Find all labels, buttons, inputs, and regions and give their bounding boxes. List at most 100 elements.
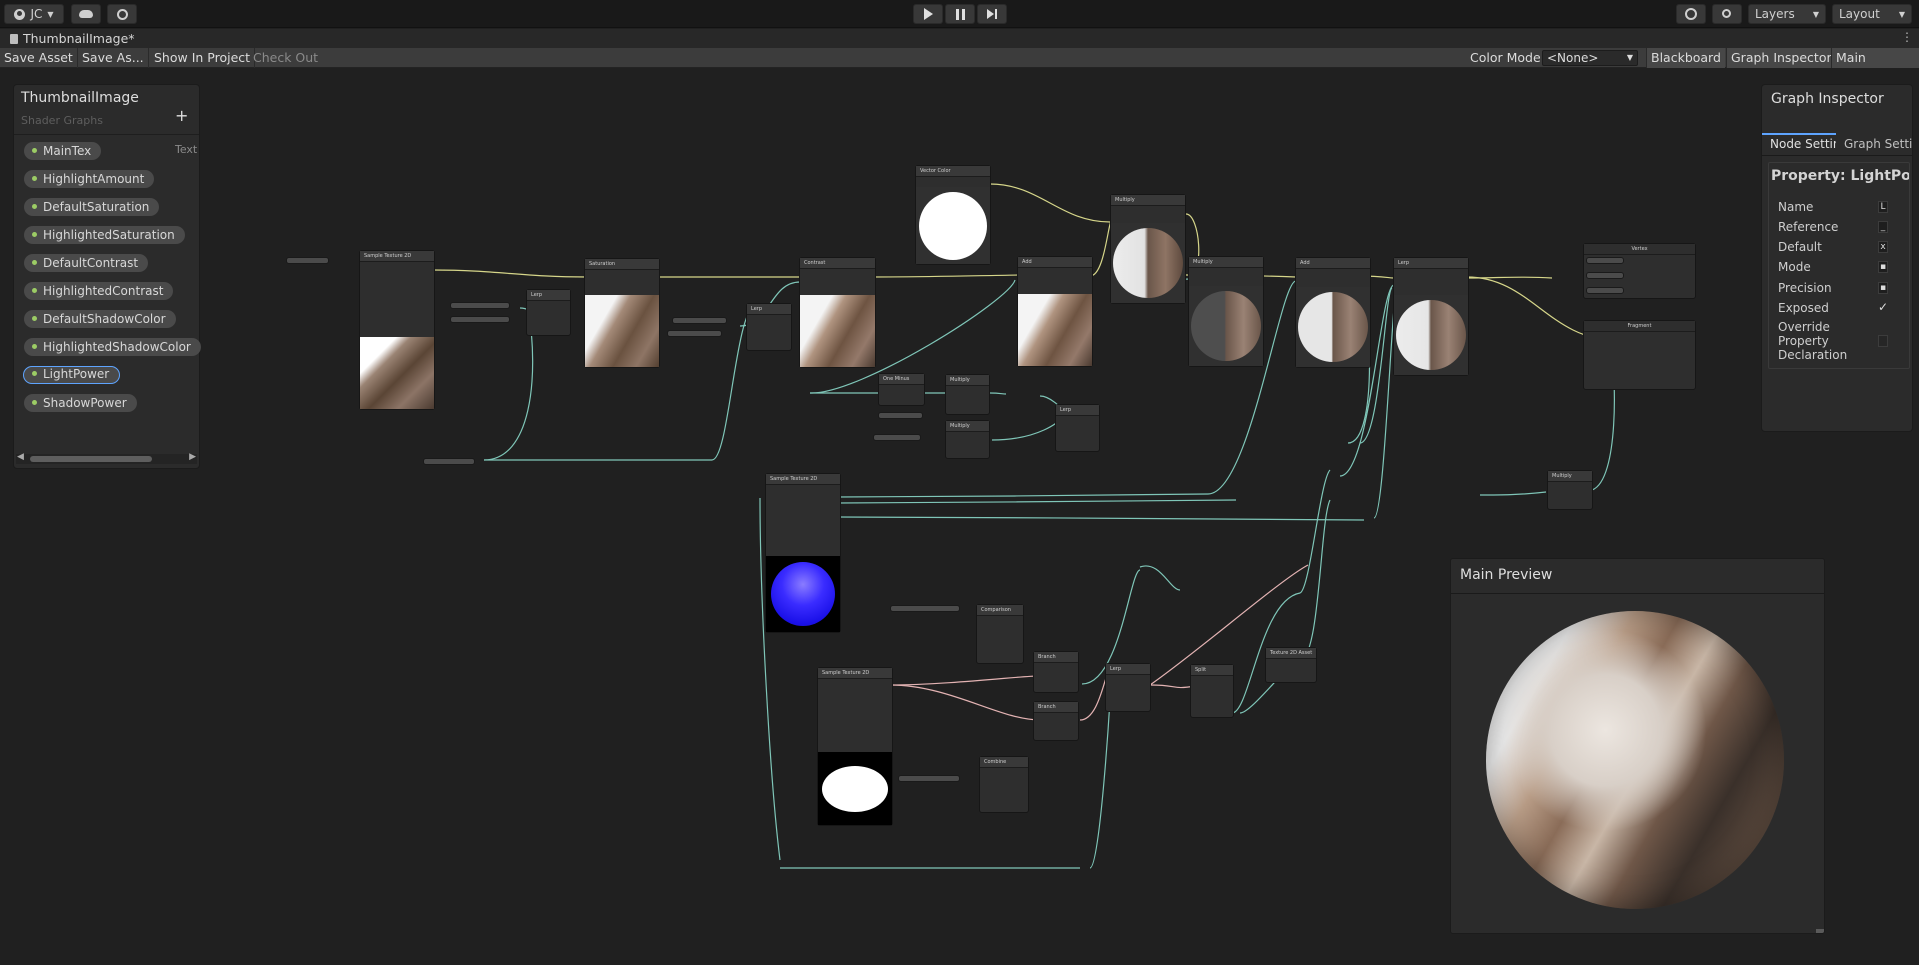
- property-label: MainTex: [43, 144, 92, 158]
- property-label: LightPower: [43, 367, 110, 381]
- property-node[interactable]: [878, 412, 923, 419]
- property-node[interactable]: [1586, 287, 1624, 294]
- tab-graph-settings[interactable]: Graph Settings: [1836, 135, 1913, 155]
- property-type-dot: [32, 371, 37, 376]
- blackboard-panel: ThumbnailImage Shader Graphs + MainTex T…: [13, 84, 201, 469]
- combine-node[interactable]: Combine: [979, 756, 1029, 813]
- property-node[interactable]: [672, 317, 727, 324]
- exposed-checkbox[interactable]: ✓: [1878, 301, 1888, 314]
- saturation-node[interactable]: Saturation: [584, 258, 660, 368]
- split-node[interactable]: Split: [1190, 664, 1234, 718]
- fragment-node[interactable]: Fragment: [1583, 320, 1696, 390]
- multiply-node[interactable]: Multiply: [945, 374, 990, 415]
- property-item[interactable]: HighlightAmount: [24, 170, 155, 188]
- vector-color-node[interactable]: Vector Color: [915, 165, 991, 265]
- scrollbar-thumb[interactable]: [30, 456, 152, 462]
- node-title: Add: [1296, 258, 1370, 269]
- property-item[interactable]: HighlightedSaturation: [24, 226, 185, 244]
- property-item[interactable]: HighlightedShadowColor: [24, 338, 201, 356]
- property-node[interactable]: [1586, 257, 1624, 264]
- multiply-node[interactable]: Multiply: [945, 420, 990, 459]
- sample-texture-node[interactable]: Sample Texture 2D: [359, 250, 435, 410]
- property-type-dot: [32, 400, 37, 405]
- scroll-left-icon[interactable]: ◀: [17, 452, 24, 462]
- blackboard-subtitle: Shader Graphs: [21, 114, 103, 127]
- property-type-dot: [32, 232, 37, 237]
- property-node[interactable]: [423, 458, 475, 465]
- node-title: Multiply: [1548, 471, 1592, 482]
- node-title: Multiply: [946, 375, 989, 386]
- lerp-node[interactable]: Lerp: [526, 289, 571, 336]
- property-item-selected[interactable]: LightPower: [23, 366, 121, 384]
- property-item[interactable]: DefaultContrast: [24, 254, 149, 272]
- name-field[interactable]: L: [1878, 201, 1888, 213]
- resize-handle[interactable]: [1816, 929, 1824, 933]
- node-title: Multiply: [946, 421, 989, 432]
- property-list: MainTex Text HighlightAmount DefaultSatu…: [14, 135, 201, 451]
- branch-node[interactable]: Branch: [1033, 701, 1079, 741]
- property-node[interactable]: [450, 316, 510, 323]
- add-node[interactable]: Add: [1017, 256, 1093, 367]
- mode-label: Mode: [1778, 260, 1811, 274]
- tab-node-settings[interactable]: Node Settings: [1762, 133, 1836, 153]
- lerp-node[interactable]: Lerp: [1393, 257, 1469, 376]
- override-declaration-checkbox[interactable]: [1878, 335, 1888, 347]
- lerp-node[interactable]: Lerp: [746, 303, 792, 351]
- scroll-right-icon[interactable]: ▶: [189, 452, 196, 462]
- property-node[interactable]: [1586, 272, 1624, 279]
- property-node[interactable]: [898, 775, 960, 782]
- property-type-dot: [32, 176, 37, 181]
- preview-sphere[interactable]: [1486, 611, 1784, 909]
- add-property-button[interactable]: +: [175, 106, 188, 125]
- property-label: DefaultSaturation: [43, 200, 150, 214]
- tab-label: Graph Settings: [1844, 137, 1913, 151]
- node-preview: [1189, 286, 1263, 366]
- branch-node[interactable]: Branch: [1033, 651, 1079, 693]
- node-preview: [360, 337, 434, 409]
- property-node[interactable]: [667, 330, 722, 337]
- property-item[interactable]: MainTex: [24, 142, 102, 160]
- node-preview: [585, 295, 659, 367]
- node-title: Sample Texture 2D: [360, 251, 434, 262]
- sample-texture-node[interactable]: Sample Texture 2D: [765, 473, 841, 633]
- node-title: Lerp: [1394, 258, 1468, 269]
- node-title: Branch: [1034, 702, 1078, 713]
- default-field[interactable]: x: [1878, 241, 1888, 253]
- property-node[interactable]: [890, 605, 960, 612]
- property-node[interactable]: [450, 302, 510, 309]
- property-type-dot: [32, 148, 37, 153]
- node-title: Multiply: [1189, 257, 1263, 268]
- reference-field[interactable]: _: [1878, 221, 1888, 233]
- one-minus-node[interactable]: One Minus: [878, 373, 925, 406]
- default-label: Default: [1778, 240, 1822, 254]
- multiply-node[interactable]: Multiply: [1547, 470, 1593, 510]
- texture-2d-asset-node[interactable]: Texture 2D Asset: [1265, 647, 1317, 683]
- horizontal-scrollbar[interactable]: ◀ ▶: [16, 452, 197, 464]
- node-preview: [766, 556, 840, 632]
- sample-texture-node[interactable]: Sample Texture 2D: [817, 667, 893, 826]
- mode-select[interactable]: ▪: [1878, 261, 1888, 273]
- lerp-node[interactable]: Lerp: [1105, 663, 1151, 712]
- add-node[interactable]: Add: [1295, 257, 1371, 368]
- property-item[interactable]: ShadowPower: [24, 394, 137, 412]
- node-preview: [916, 187, 990, 264]
- contrast-node[interactable]: Contrast: [799, 257, 876, 368]
- property-type-dot: [32, 260, 37, 265]
- node-title: Comparison: [977, 605, 1023, 616]
- multiply-node[interactable]: Multiply: [1188, 256, 1264, 367]
- tab-label: Node Settings: [1770, 137, 1836, 151]
- node-title: Split: [1191, 665, 1233, 676]
- property-item[interactable]: DefaultSaturation: [24, 198, 160, 216]
- node-preview: [1394, 295, 1468, 375]
- multiply-node[interactable]: Multiply: [1110, 194, 1186, 304]
- property-item[interactable]: DefaultShadowColor: [24, 310, 176, 328]
- comparison-node[interactable]: Comparison: [976, 604, 1024, 664]
- precision-select[interactable]: ▪: [1878, 282, 1888, 294]
- reference-label: Reference: [1778, 220, 1839, 234]
- property-node[interactable]: [873, 434, 921, 441]
- name-label: Name: [1778, 200, 1814, 214]
- main-preview-panel: Main Preview: [1450, 558, 1825, 934]
- lerp-node[interactable]: Lerp: [1055, 404, 1100, 452]
- property-node[interactable]: [286, 257, 329, 264]
- property-item[interactable]: HighlightedContrast: [24, 282, 174, 300]
